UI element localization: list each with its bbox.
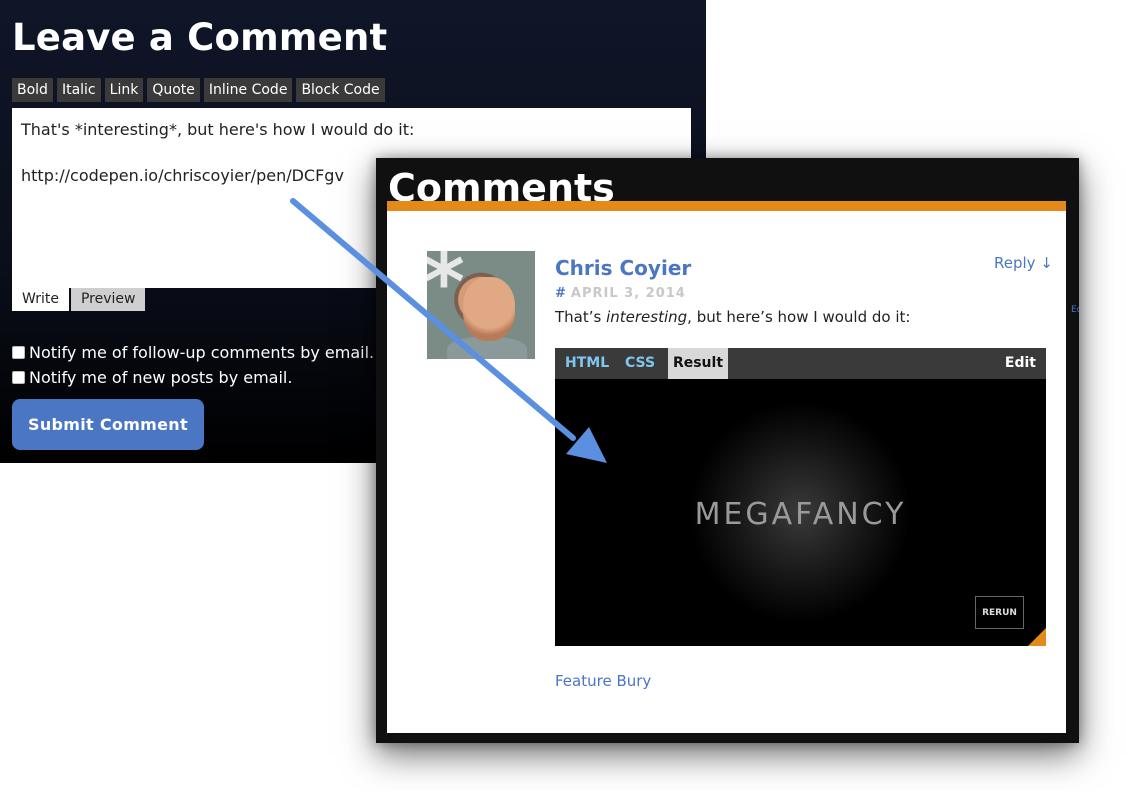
editor-mode-tabs: Write Preview <box>12 288 146 311</box>
notify-posts-checkbox[interactable] <box>12 371 25 384</box>
bold-button[interactable]: Bold <box>12 78 53 102</box>
avatar: * <box>427 251 535 359</box>
notify-posts-label: Notify me of new posts by email. <box>29 368 293 387</box>
corner-fold-icon <box>1028 628 1046 646</box>
megafancy-text: MEGAFANCY <box>694 497 907 532</box>
tab-result[interactable]: Result <box>668 348 728 385</box>
comment-date-text: APRIL 3, 2014 <box>570 286 686 301</box>
comment-text-after: , but here’s how I would do it: <box>687 308 911 326</box>
reply-link[interactable]: Reply ↓ <box>994 254 1053 272</box>
codepen-edit-link[interactable]: Edit <box>1005 348 1036 379</box>
textarea-line-1: That's *interesting*, but here's how I w… <box>21 120 415 139</box>
link-button[interactable]: Link <box>104 78 144 102</box>
comment-author-link[interactable]: Chris Coyier <box>555 256 691 280</box>
tab-html[interactable]: HTML <box>565 348 609 379</box>
codepen-result-stage: MEGAFANCY RERUN <box>555 379 1046 646</box>
comment-text-emphasis: interesting <box>606 308 688 326</box>
quote-button[interactable]: Quote <box>147 78 200 102</box>
accent-bar <box>387 201 1066 211</box>
edit-link[interactable]: Ed <box>1071 305 1079 315</box>
notify-followup-option[interactable]: Notify me of follow-up comments by email… <box>12 343 374 362</box>
inline-code-button[interactable]: Inline Code <box>203 78 293 102</box>
comment-body: That’s interesting, but here’s how I wou… <box>555 308 910 326</box>
tab-preview[interactable]: Preview <box>70 288 146 311</box>
notify-followup-checkbox[interactable] <box>12 346 25 359</box>
italic-button[interactable]: Italic <box>56 78 101 102</box>
comment-text-before: That’s <box>555 308 607 326</box>
notify-followup-label: Notify me of follow-up comments by email… <box>29 343 375 362</box>
permalink-hash[interactable]: # <box>555 286 567 301</box>
avatar-face <box>463 277 515 341</box>
notify-posts-option[interactable]: Notify me of new posts by email. <box>12 368 292 387</box>
feature-bury-link[interactable]: Feature Bury <box>555 672 651 690</box>
block-code-button[interactable]: Block Code <box>296 78 385 102</box>
leave-comment-title: Leave a Comment <box>12 16 388 59</box>
comment-date: # APRIL 3, 2014 <box>555 286 686 301</box>
asterisk-logo-icon: * <box>427 251 465 329</box>
codepen-embed: HTML CSS Result Edit MEGAFANCY RERUN <box>555 348 1046 646</box>
comments-panel: Comments * Chris Coyier Reply ↓ Ed #APRI… <box>376 158 1079 743</box>
formatting-toolbar: Bold Italic Link Quote Inline Code Block… <box>12 78 385 102</box>
submit-comment-button[interactable]: Submit Comment <box>12 399 204 450</box>
tab-write[interactable]: Write <box>12 288 69 311</box>
rerun-button[interactable]: RERUN <box>975 596 1024 629</box>
tab-css[interactable]: CSS <box>625 348 655 379</box>
codepen-tab-bar: HTML CSS Result Edit <box>555 348 1046 385</box>
comment-card: * Chris Coyier Reply ↓ Ed #APRIL 3, 2014… <box>387 211 1079 733</box>
